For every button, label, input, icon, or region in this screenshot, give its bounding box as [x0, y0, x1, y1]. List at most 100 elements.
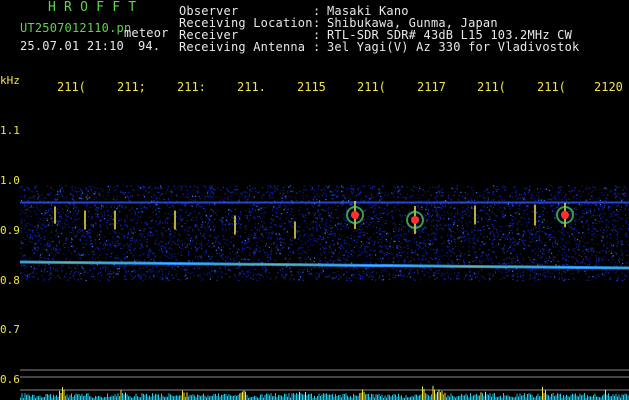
noise-pixel — [522, 280, 524, 282]
datetime-label: 25.07.01 21:10 — [20, 39, 124, 53]
noise-pixel — [606, 242, 608, 244]
noise-pixel — [306, 271, 309, 273]
noise-pixel — [472, 193, 474, 195]
noise-pixel — [274, 279, 276, 281]
noise-pixel — [353, 252, 355, 254]
noise-pixel — [494, 220, 496, 222]
noise-pixel — [229, 223, 231, 225]
noise-pixel — [289, 251, 291, 253]
noise-pixel — [621, 251, 623, 253]
noise-pixel — [507, 234, 510, 236]
noise-pixel — [332, 277, 334, 279]
noise-pixel — [282, 194, 284, 196]
noise-pixel — [20, 272, 22, 274]
noise-pixel — [539, 228, 541, 230]
noise-pixel — [213, 188, 215, 190]
noise-pixel — [267, 190, 269, 193]
noise-pixel — [575, 197, 577, 199]
noise-pixel — [513, 238, 515, 240]
noise-pixel — [327, 210, 329, 212]
noise-pixel — [364, 248, 366, 250]
noise-pixel — [551, 205, 553, 207]
noise-pixel — [124, 235, 126, 237]
noise-pixel — [470, 197, 472, 200]
noise-pixel — [99, 225, 101, 227]
noise-pixel — [92, 276, 95, 278]
noise-pixel — [544, 208, 546, 210]
noise-pixel — [90, 190, 93, 192]
noise-pixel — [387, 194, 389, 196]
noise-pixel — [220, 276, 222, 278]
noise-pixel — [24, 258, 26, 260]
noise-pixel — [480, 263, 482, 265]
noise-pixel — [510, 224, 512, 226]
noise-pixel — [531, 261, 533, 264]
noise-pixel — [618, 193, 620, 195]
noise-pixel — [187, 227, 189, 229]
noise-pixel — [42, 219, 44, 221]
noise-pixel — [459, 268, 461, 270]
noise-pixel — [94, 204, 96, 206]
noise-pixel — [451, 204, 453, 206]
noise-pixel — [155, 186, 157, 188]
noise-pixel — [483, 225, 486, 227]
noise-pixel — [511, 229, 513, 231]
noise-pixel — [147, 271, 149, 273]
noise-pixel — [398, 228, 400, 230]
noise-pixel — [134, 214, 136, 216]
noise-pixel — [328, 275, 330, 277]
noise-pixel — [248, 254, 250, 256]
noise-pixel — [442, 205, 444, 207]
noise-pixel — [255, 248, 258, 250]
noise-pixel — [140, 210, 142, 213]
noise-pixel — [275, 240, 277, 242]
noise-pixel — [371, 240, 373, 243]
noise-pixel — [88, 229, 90, 232]
noise-pixel — [572, 196, 575, 198]
noise-pixel — [20, 222, 22, 224]
noise-pixel — [171, 268, 173, 270]
noise-pixel — [375, 204, 377, 206]
noise-pixel — [132, 278, 134, 280]
noise-pixel — [330, 214, 332, 216]
noise-pixel — [438, 214, 440, 216]
noise-pixel — [110, 186, 112, 188]
noise-pixel — [323, 252, 325, 254]
noise-pixel — [104, 214, 106, 216]
noise-pixel — [365, 196, 367, 198]
noise-pixel — [345, 270, 347, 272]
noise-pixel — [290, 271, 292, 273]
noise-pixel — [511, 196, 513, 198]
noise-pixel — [176, 211, 178, 213]
noise-pixel — [437, 187, 439, 189]
noise-pixel — [75, 255, 78, 257]
noise-pixel — [21, 257, 23, 259]
noise-pixel — [393, 196, 395, 198]
noise-pixel — [300, 260, 302, 262]
noise-pixel — [76, 219, 78, 221]
noise-pixel — [136, 239, 138, 241]
noise-pixel — [430, 248, 432, 250]
noise-pixel — [401, 227, 403, 229]
noise-pixel — [167, 273, 169, 275]
noise-pixel — [257, 206, 259, 208]
noise-pixel — [614, 189, 616, 191]
noise-pixel — [168, 252, 170, 255]
noise-pixel — [279, 269, 281, 271]
noise-pixel — [217, 187, 219, 189]
noise-pixel — [550, 261, 552, 263]
noise-pixel — [144, 187, 146, 189]
noise-pixel — [363, 219, 365, 221]
noise-pixel — [55, 230, 57, 232]
noise-pixel — [582, 212, 584, 214]
noise-pixel — [140, 221, 143, 223]
noise-pixel — [196, 248, 198, 250]
noise-pixel — [308, 199, 310, 201]
noise-pixel — [517, 227, 519, 229]
noise-pixel — [385, 238, 387, 240]
noise-pixel — [65, 214, 67, 216]
noise-pixel — [496, 229, 498, 231]
noise-pixel — [492, 192, 494, 194]
noise-pixel — [590, 204, 592, 206]
noise-pixel — [112, 223, 114, 225]
